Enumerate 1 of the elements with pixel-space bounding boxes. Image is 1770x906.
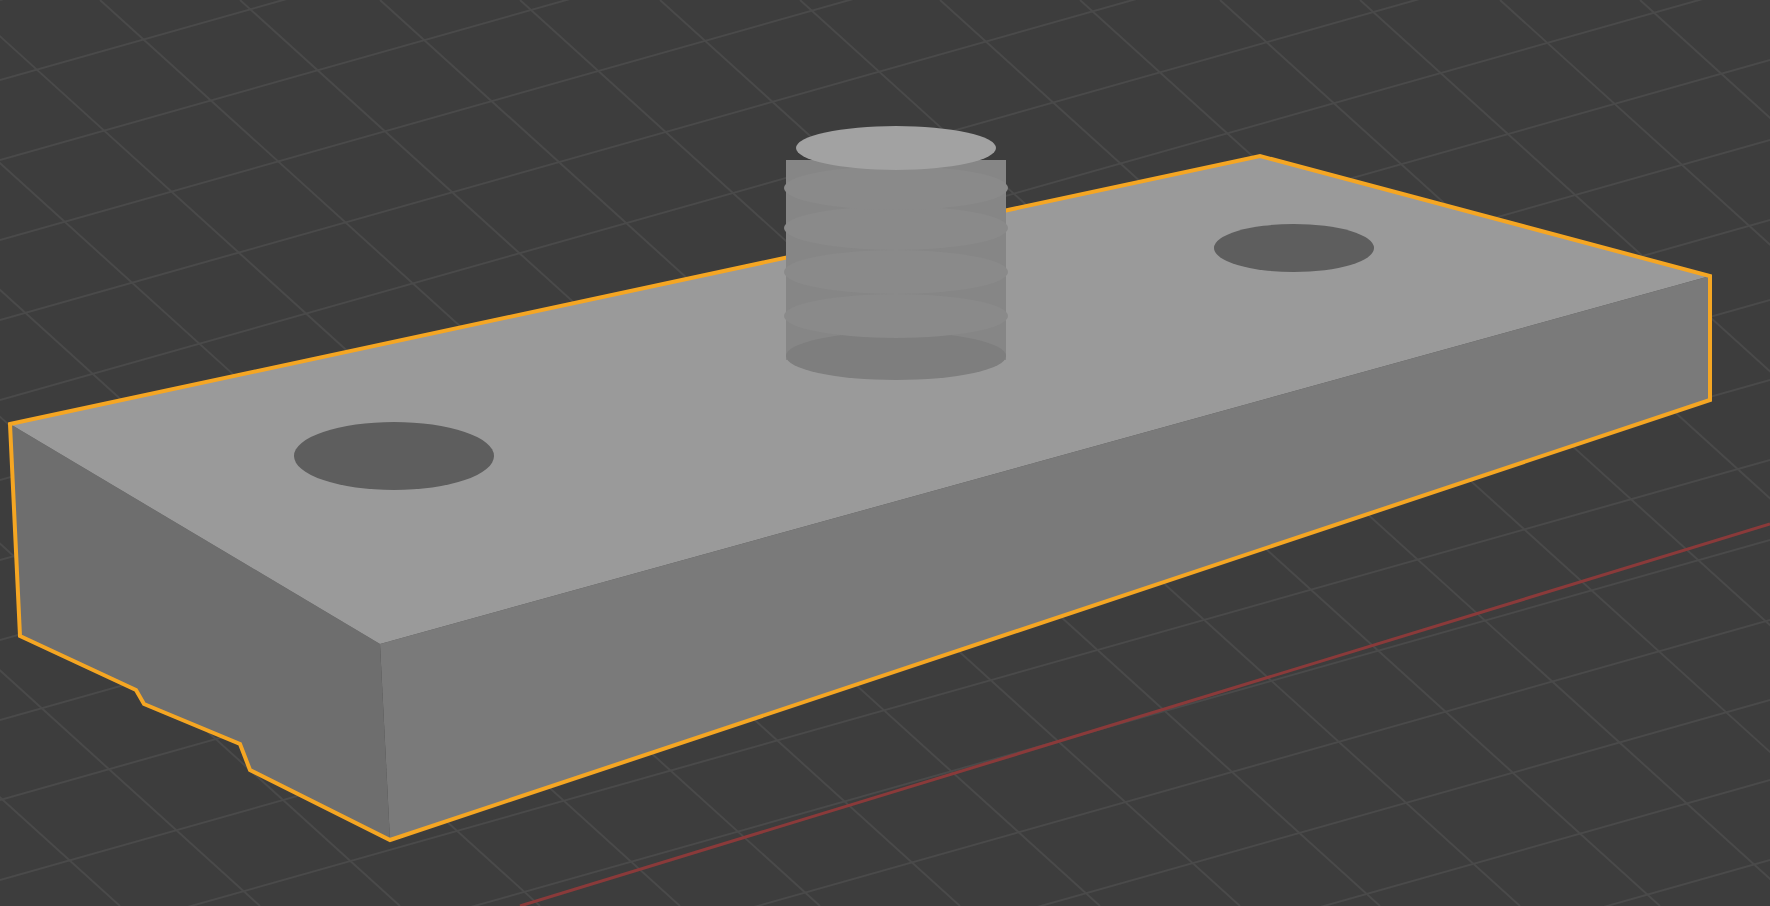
plate-model-drawing[interactable] bbox=[7, 126, 1712, 843]
